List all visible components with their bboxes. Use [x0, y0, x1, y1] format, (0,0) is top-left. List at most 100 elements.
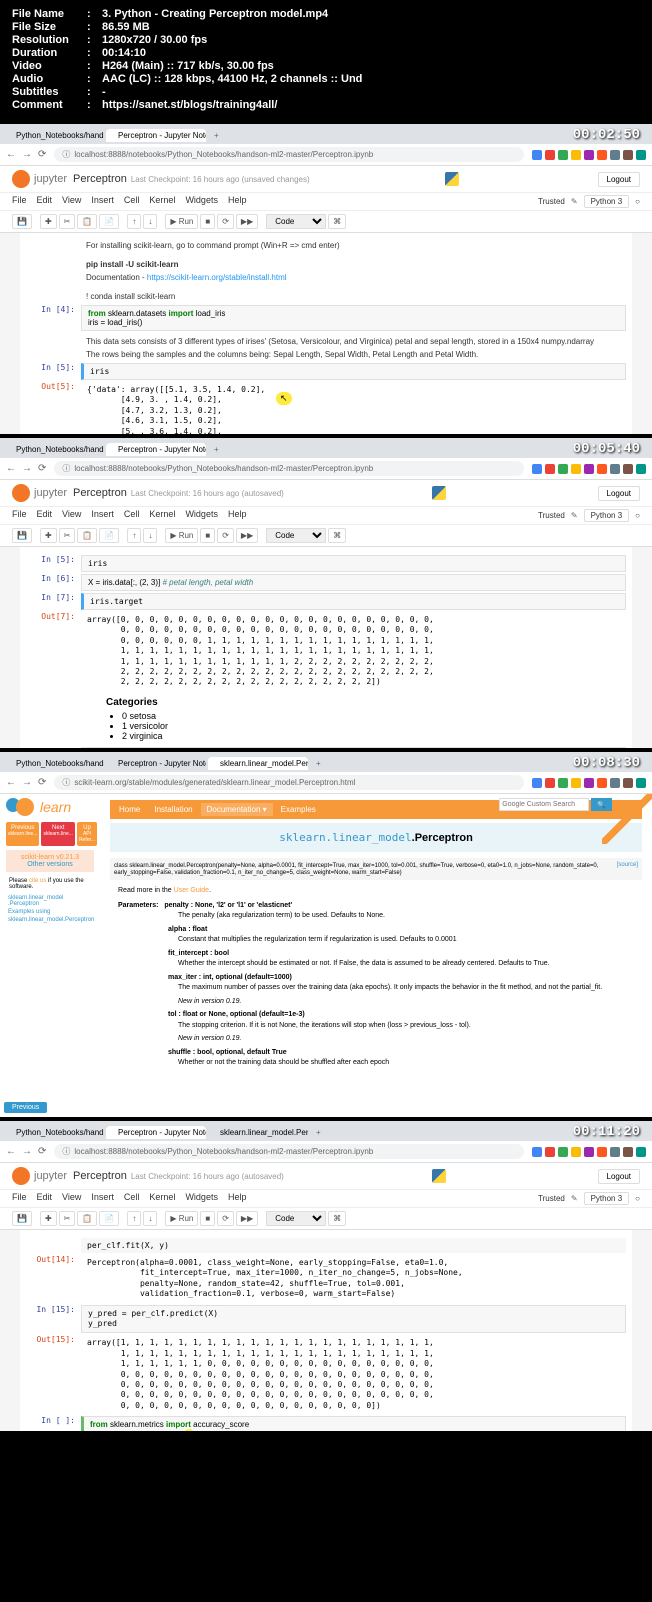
save-button[interactable]: 💾 — [12, 528, 32, 543]
cell-type-select[interactable]: Code — [266, 1211, 326, 1226]
stop-button[interactable]: ■ — [200, 1211, 215, 1226]
forward-icon[interactable]: → — [22, 149, 32, 160]
notebook-title[interactable]: Perceptron — [73, 173, 127, 185]
cell-type-select[interactable]: Code — [266, 214, 326, 229]
ext-icon[interactable] — [584, 150, 594, 160]
edit-icon[interactable]: ✎ — [571, 511, 578, 520]
forward-icon[interactable]: → — [22, 777, 32, 788]
menu-kernel[interactable]: Kernel — [149, 1192, 175, 1205]
run-button[interactable]: ▶ Run — [165, 214, 198, 229]
ext-icon[interactable] — [623, 778, 633, 788]
url-input[interactable]: ⓘlocalhost:8888/notebooks/Python_Noteboo… — [54, 1144, 524, 1159]
up-button[interactable]: UpAPI Refer... — [77, 822, 97, 846]
copy-button[interactable]: 📋 — [77, 214, 97, 229]
cell-type-select[interactable]: Code — [266, 528, 326, 543]
tab-1[interactable]: Python_Notebooks/handson-ml× — [4, 1126, 104, 1139]
edit-icon[interactable]: ✎ — [571, 197, 578, 206]
tab-2[interactable]: Perceptron - Jupyter Notebook× — [106, 1126, 206, 1139]
menu-help[interactable]: Help — [228, 1192, 247, 1205]
nav-docs[interactable]: Documentation ▾ — [201, 803, 273, 816]
menu-insert[interactable]: Insert — [91, 509, 114, 522]
reload-icon[interactable]: ⟳ — [38, 1146, 46, 1157]
jupyter-logo[interactable]: jupyter — [12, 484, 67, 502]
ext-icon[interactable] — [597, 464, 607, 474]
back-icon[interactable]: ← — [6, 777, 16, 788]
reload-icon[interactable]: ⟳ — [38, 777, 46, 788]
menu-view[interactable]: View — [62, 195, 81, 208]
ext-icon[interactable] — [571, 464, 581, 474]
ext-icon[interactable] — [597, 150, 607, 160]
add-cell-button[interactable]: ✚ — [40, 1211, 57, 1226]
code-cell[interactable]: In [6]:X = iris.data[:, (2, 3)] # petal … — [26, 574, 626, 591]
ext-icon[interactable] — [532, 464, 542, 474]
ext-icon[interactable] — [571, 150, 581, 160]
tab-1[interactable]: Python_Notebooks/handson-ml× — [4, 443, 104, 456]
ext-icon[interactable] — [597, 778, 607, 788]
menu-file[interactable]: File — [12, 195, 27, 208]
forward-icon[interactable]: → — [22, 463, 32, 474]
menu-view[interactable]: View — [62, 1192, 81, 1205]
other-versions-link[interactable]: Other versions — [27, 861, 73, 868]
ext-icon[interactable] — [545, 150, 555, 160]
run-all-button[interactable]: ▶▶ — [236, 214, 258, 229]
ext-icon[interactable] — [584, 464, 594, 474]
nav-home[interactable]: Home — [113, 803, 146, 816]
menu-cell[interactable]: Cell — [124, 195, 140, 208]
save-button[interactable]: 💾 — [12, 1211, 32, 1226]
ext-icon[interactable] — [610, 150, 620, 160]
ext-icon[interactable] — [610, 464, 620, 474]
ext-icon[interactable] — [532, 1147, 542, 1157]
command-palette-button[interactable]: ⌘ — [328, 1211, 346, 1226]
menu-widgets[interactable]: Widgets — [185, 1192, 218, 1205]
add-cell-button[interactable]: ✚ — [40, 214, 57, 229]
code-cell[interactable]: In [5]:iris — [26, 555, 626, 572]
move-up-button[interactable]: ↑ — [127, 214, 141, 229]
ext-icon[interactable] — [623, 464, 633, 474]
menu-view[interactable]: View — [62, 509, 81, 522]
move-up-button[interactable]: ↑ — [127, 1211, 141, 1226]
url-input[interactable]: ⓘlocalhost:8888/notebooks/Python_Noteboo… — [54, 147, 524, 162]
ext-icon[interactable] — [558, 1147, 568, 1157]
cut-button[interactable]: ✂ — [59, 528, 76, 543]
ext-icon[interactable] — [597, 1147, 607, 1157]
stop-button[interactable]: ■ — [200, 528, 215, 543]
toc-link[interactable]: sklearn.linear_model.Perceptron — [8, 917, 92, 923]
move-down-button[interactable]: ↓ — [143, 528, 157, 543]
menu-file[interactable]: File — [12, 509, 27, 522]
run-button[interactable]: ▶ Run — [165, 528, 198, 543]
ext-icon[interactable] — [623, 1147, 633, 1157]
code-cell[interactable]: In [5]: iris — [26, 363, 626, 380]
stop-button[interactable]: ■ — [200, 214, 215, 229]
notebook-title[interactable]: Perceptron — [73, 487, 127, 499]
menu-insert[interactable]: Insert — [91, 195, 114, 208]
command-palette-button[interactable]: ⌘ — [328, 214, 346, 229]
menu-help[interactable]: Help — [228, 509, 247, 522]
menu-kernel[interactable]: Kernel — [149, 195, 175, 208]
url-input[interactable]: ⓘscikit-learn.org/stable/modules/generat… — [54, 775, 524, 790]
code-cell[interactable]: In [7]:iris.target — [26, 593, 626, 610]
next-button[interactable]: Nextsklearn.line... — [41, 822, 74, 846]
toc-link[interactable]: sklearn.linear_model .Perceptron — [8, 895, 92, 907]
ext-icon[interactable] — [558, 778, 568, 788]
ext-icon[interactable] — [584, 778, 594, 788]
back-icon[interactable]: ← — [6, 1146, 16, 1157]
ext-icon[interactable] — [545, 778, 555, 788]
paste-button[interactable]: 📄 — [99, 214, 119, 229]
tab-2[interactable]: Perceptron - Jupyter Notebook× — [106, 129, 206, 142]
back-icon[interactable]: ← — [6, 463, 16, 474]
prev-floating-button[interactable]: Previous — [4, 1102, 47, 1113]
logout-button[interactable]: Logout — [598, 172, 640, 187]
doc-link[interactable]: https://scikit-learn.org/stable/install.… — [147, 273, 287, 282]
code-cell[interactable]: In [15]:y_pred = per_clf.predict(X) y_pr… — [26, 1305, 626, 1334]
source-link[interactable]: [source] — [617, 862, 638, 868]
new-tab-button[interactable]: + — [310, 1128, 327, 1137]
ext-icon[interactable] — [610, 778, 620, 788]
reload-icon[interactable]: ⟳ — [38, 463, 46, 474]
ext-icon[interactable] — [532, 778, 542, 788]
new-tab-button[interactable]: + — [208, 131, 225, 140]
menu-help[interactable]: Help — [228, 195, 247, 208]
restart-button[interactable]: ⟳ — [217, 528, 234, 543]
new-tab-button[interactable]: + — [310, 759, 327, 768]
ext-icon[interactable] — [571, 1147, 581, 1157]
kernel-indicator[interactable]: Python 3 — [584, 509, 630, 522]
